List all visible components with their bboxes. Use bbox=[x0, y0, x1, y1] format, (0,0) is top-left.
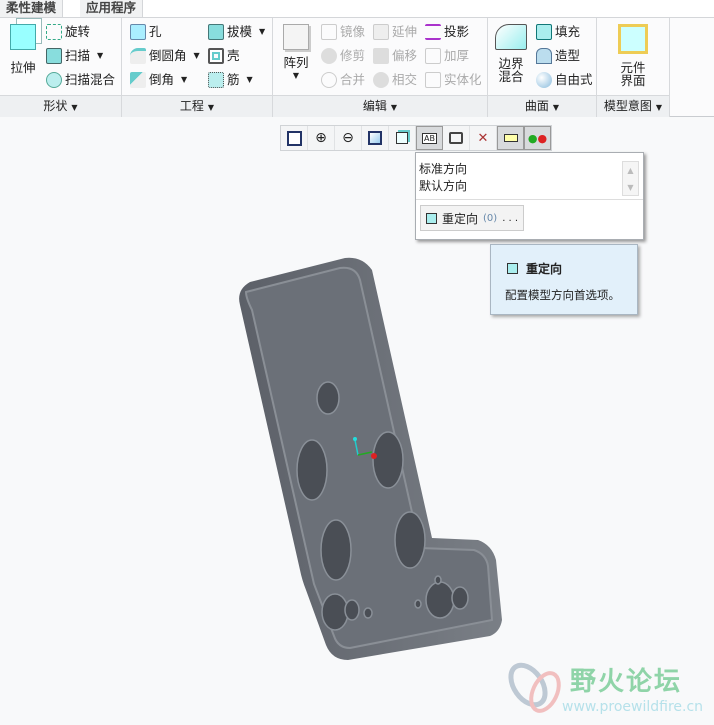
watermark-title: 野火论坛 bbox=[570, 667, 683, 697]
watermark-logo bbox=[508, 662, 561, 713]
watermark-url: www.proewildfire.cn bbox=[562, 699, 704, 715]
part-model bbox=[239, 257, 502, 660]
model-viewport[interactable] bbox=[0, 0, 714, 725]
